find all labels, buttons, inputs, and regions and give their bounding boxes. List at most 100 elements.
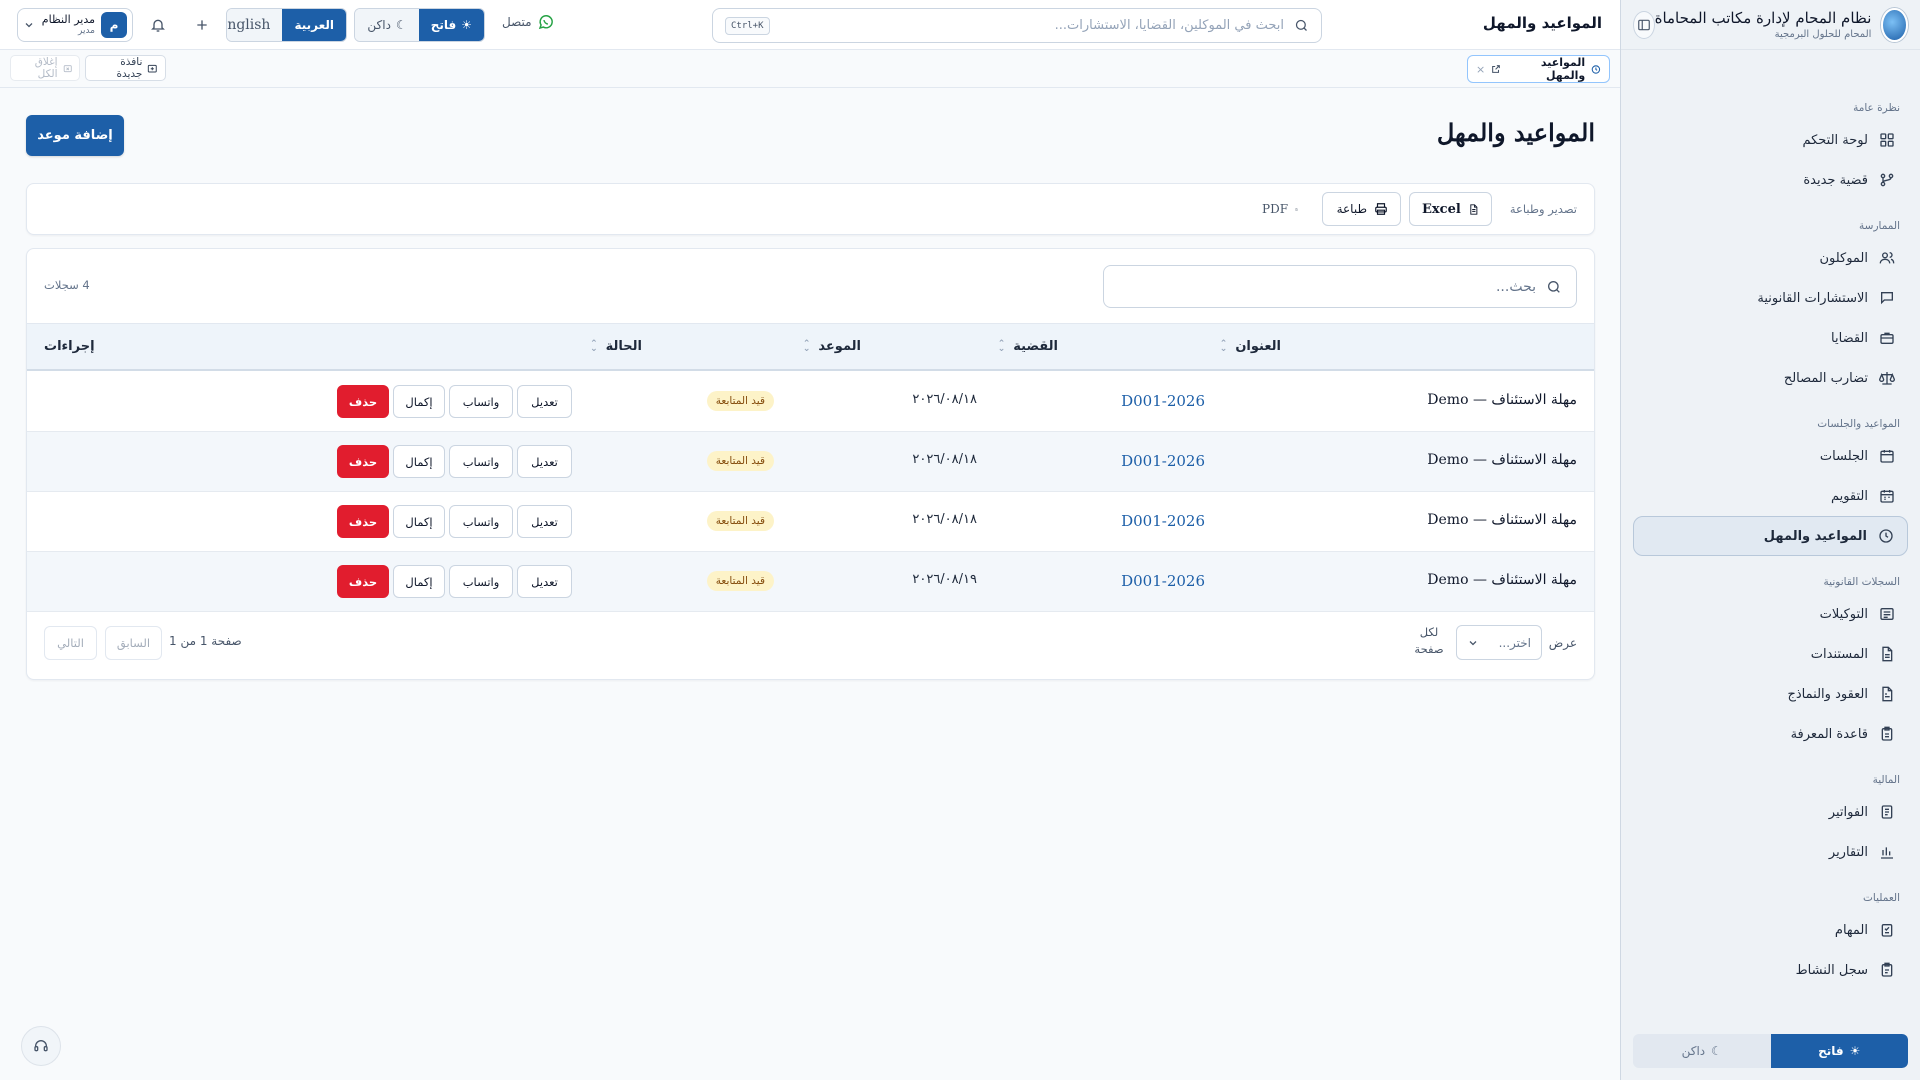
bell-icon[interactable] [148,15,168,35]
close-all-button[interactable]: إغلاق الكل [10,55,80,81]
table-row: مهلة الاستئناف — Demo D001-2026 ٢٠٢٦/٠٨/… [27,372,1594,432]
file-download-icon [1295,207,1298,211]
column-header-title[interactable]: العنوان ⌃ ⌄ [1220,339,1281,354]
new-window-button[interactable]: نافذة جديدة [85,55,166,81]
per-page-label: لكل صفحة [1414,625,1444,656]
edit-button[interactable]: تعديل [517,565,572,598]
edit-button[interactable]: تعديل [517,505,572,538]
next-page-button[interactable]: التالي [44,626,97,660]
language-toggle: العربية English [226,8,347,42]
new-window-icon [148,64,158,73]
column-title-label: العنوان [1235,339,1281,354]
whatsapp-button[interactable]: واتساب [449,445,513,478]
delete-button[interactable]: حذف [337,445,389,478]
sidebar-item-powers[interactable]: التوكيلات [1633,594,1908,634]
whatsapp-button[interactable]: واتساب [449,385,513,418]
sidebar-theme-dark-button[interactable]: ☾ داكن [1633,1034,1771,1068]
sidebar-item-label: التوكيلات [1819,606,1868,622]
export-pdf-button[interactable]: PDF [1250,192,1310,226]
row-case-link[interactable]: D001-2026 [1121,572,1205,590]
sidebar-item-invoices[interactable]: الفواتير [1633,792,1908,832]
sidebar-item-sessions[interactable]: الجلسات [1633,436,1908,476]
sort-icon: ⌃ ⌄ [997,338,1006,354]
support-button[interactable] [21,1026,61,1066]
row-date: ٢٠٢٦/٠٨/١٨ [912,512,977,527]
file-spreadsheet-icon [1470,203,1478,215]
sidebar: نظام المحام لإدارة مكاتب المحاماة المحام… [1620,0,1920,1080]
column-header-case[interactable]: القضية ⌃ ⌄ [998,339,1058,354]
theme-light-button[interactable]: ☀ فاتح [418,9,484,41]
table-search-input[interactable]: بحث... [1103,265,1577,308]
column-header-date[interactable]: الموعد ⌃ ⌄ [803,339,861,354]
global-search[interactable]: ابحث في الموكلين، القضايا، الاستشارات...… [712,8,1322,43]
sidebar-collapse-button[interactable] [1633,10,1655,39]
page-title: المواعيد والمهل [1436,118,1595,147]
sidebar-item-cases[interactable]: القضايا [1633,318,1908,358]
sidebar-item-tasks[interactable]: المهام [1633,910,1908,950]
moon-icon: ☾ [1711,1044,1722,1058]
sidebar-item-documents[interactable]: المستندات [1633,634,1908,674]
record-count: 4 سجلات [44,278,90,292]
delete-button[interactable]: حذف [337,385,389,418]
row-title: مهلة الاستئناف — Demo [1427,572,1577,588]
sidebar-item-deadlines[interactable]: المواعيد والمهل [1633,516,1908,556]
search-placeholder: ابحث في الموكلين، القضايا، الاستشارات... [1054,18,1284,33]
whatsapp-button[interactable]: واتساب [449,505,513,538]
row-case-link[interactable]: D001-2026 [1121,392,1205,410]
sidebar-item-conflicts[interactable]: تضارب المصالح [1633,358,1908,398]
export-excel-button[interactable]: Excel [1409,192,1492,226]
print-button[interactable]: طباعة [1322,192,1401,226]
user-menu[interactable]: م مدير النظام مدير [17,8,133,42]
add-deadline-button[interactable]: إضافة موعد [26,115,124,156]
chat-icon [1878,289,1896,307]
close-tab-icon[interactable]: × [1476,63,1485,76]
user-role: مدير [77,26,95,36]
add-icon[interactable] [192,15,212,35]
sidebar-item-label: القضايا [1831,330,1868,346]
complete-button[interactable]: إكمال [393,385,445,418]
whatsapp-status[interactable]: متصل [502,14,554,30]
sidebar-item-calendar[interactable]: التقويم [1633,476,1908,516]
sidebar-theme-light-button[interactable]: ☀ فاتح [1770,1034,1908,1068]
external-link-icon[interactable] [1491,64,1501,74]
sidebar-item-new-case[interactable]: قضية جديدة [1633,160,1908,200]
page-size-select[interactable]: اختر... [1456,625,1542,660]
chevron-down-icon [1469,640,1477,645]
edit-button[interactable]: تعديل [517,445,572,478]
complete-button[interactable]: إكمال [393,445,445,478]
sidebar-item-consultations[interactable]: الاستشارات القانونية [1633,278,1908,318]
theme-dark-label: داكن [367,18,391,32]
calendar-days-icon [1878,487,1896,505]
top-header: المواعيد والمهل ابحث في الموكلين، القضاي… [0,0,1620,50]
row-case-link[interactable]: D001-2026 [1121,512,1205,530]
column-header-status[interactable]: الحالة ⌃ ⌄ [590,339,642,354]
complete-button[interactable]: إكمال [393,505,445,538]
sidebar-item-dashboard[interactable]: لوحة التحكم [1633,120,1908,160]
brand-title: نظام المحام لإدارة مكاتب المحاماة [1654,9,1872,27]
sidebar-item-label: الموكلون [1819,250,1868,266]
status-badge: قيد المتابعة [706,391,774,411]
users-icon [1878,249,1896,267]
lang-arabic-button[interactable]: العربية [282,9,346,41]
sidebar-item-reports[interactable]: التقارير [1633,832,1908,872]
brand-subtitle: المحام للحلول البرمجية [1774,29,1872,40]
tab-deadlines[interactable]: المواعيد والمهل × [1467,55,1610,83]
sidebar-item-knowledge[interactable]: قاعدة المعرفة [1633,714,1908,754]
theme-dark-button[interactable]: ☾ داكن [355,9,419,41]
sidebar-item-clients[interactable]: الموكلون [1633,238,1908,278]
sidebar-item-activity[interactable]: سجل النشاط [1633,950,1908,990]
sidebar-item-label: التقويم [1830,488,1868,504]
grid-icon [1878,131,1896,149]
sidebar-item-label: الجلسات [1819,448,1868,464]
row-case-link[interactable]: D001-2026 [1121,452,1205,470]
delete-button[interactable]: حذف [337,505,389,538]
export-bar: تصدير وطباعة Excel طباعة PDF [26,183,1595,235]
prev-page-button[interactable]: السابق [105,626,162,660]
edit-button[interactable]: تعديل [517,385,572,418]
column-header-actions: إجراءات [44,339,95,354]
sidebar-item-contracts[interactable]: العقود والنماذج [1633,674,1908,714]
lang-english-button[interactable]: English [227,9,283,41]
complete-button[interactable]: إكمال [393,565,445,598]
delete-button[interactable]: حذف [337,565,389,598]
whatsapp-button[interactable]: واتساب [449,565,513,598]
